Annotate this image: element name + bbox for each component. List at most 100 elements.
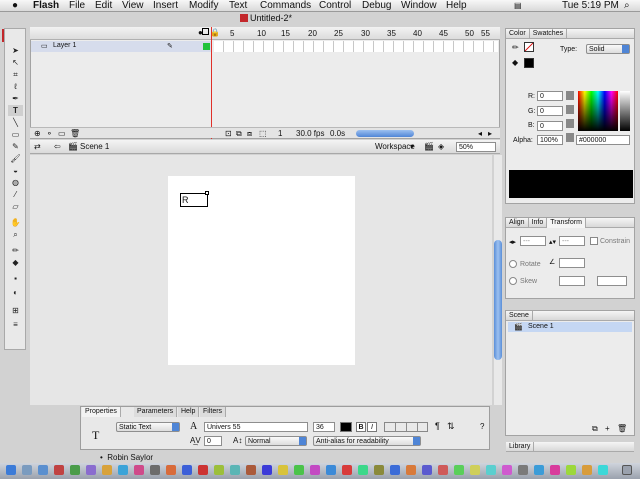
- menu-flash[interactable]: Flash: [33, 0, 59, 12]
- b-field[interactable]: 0: [537, 121, 563, 131]
- menu-commands[interactable]: Commands: [260, 0, 311, 12]
- alpha-field[interactable]: 100%: [537, 135, 563, 145]
- menu-insert[interactable]: Insert: [153, 0, 178, 12]
- tab-properties[interactable]: Properties: [82, 407, 121, 417]
- edit-scene-icon[interactable]: 🎬: [424, 142, 434, 151]
- dock-app-icon[interactable]: [70, 465, 80, 475]
- height-field[interactable]: ---: [559, 236, 585, 246]
- edit-multiple-icon[interactable]: ⬚: [259, 129, 267, 138]
- rotate-radio[interactable]: [509, 260, 517, 268]
- dock-app-icon[interactable]: [262, 465, 272, 475]
- timeline-hscroll[interactable]: [356, 130, 414, 137]
- help-icon[interactable]: ?: [480, 422, 484, 431]
- menu-control[interactable]: Control: [319, 0, 351, 12]
- hex-field[interactable]: #000000: [576, 135, 630, 145]
- text-resize-handle[interactable]: [205, 191, 209, 195]
- text-field-on-stage[interactable]: R: [180, 193, 208, 207]
- tab-help[interactable]: Help: [178, 407, 200, 417]
- duplicate-scene-icon[interactable]: ⧉: [592, 424, 598, 434]
- tool-option2-icon[interactable]: ≡: [8, 319, 23, 330]
- dock-app-icon[interactable]: [134, 465, 144, 475]
- back-arrow-icon[interactable]: ⇦: [54, 142, 61, 151]
- italic-button[interactable]: I: [367, 422, 377, 432]
- menu-file[interactable]: File: [69, 0, 85, 12]
- dock-app-icon[interactable]: [390, 465, 400, 475]
- dock-app-icon[interactable]: [86, 465, 96, 475]
- dock-app-icon[interactable]: [198, 465, 208, 475]
- tab-info[interactable]: Info: [529, 218, 548, 228]
- flag-icon[interactable]: ▤: [514, 0, 522, 12]
- dock-app-icon[interactable]: [486, 465, 496, 475]
- hand-tool-icon[interactable]: ✋: [8, 217, 23, 228]
- skew-h-field[interactable]: [559, 276, 585, 286]
- rectangle-tool-icon[interactable]: ▭: [8, 129, 23, 140]
- dock-app-icon[interactable]: [518, 465, 528, 475]
- dock-app-icon[interactable]: [598, 465, 608, 475]
- apple-menu-icon[interactable]: ●: [12, 0, 18, 12]
- dock-app-icon[interactable]: [246, 465, 256, 475]
- pencil-tool-icon[interactable]: ✎: [8, 141, 23, 152]
- fill-type-select[interactable]: Solid: [586, 44, 630, 54]
- skew-radio[interactable]: [509, 277, 517, 285]
- dock-app-icon[interactable]: [534, 465, 544, 475]
- delete-scene-icon[interactable]: 🗑: [617, 424, 627, 433]
- stroke-pencil-icon[interactable]: ✏: [512, 43, 519, 52]
- letter-spacing-field[interactable]: 0: [204, 436, 222, 446]
- selection-tool-icon[interactable]: ➤: [8, 45, 23, 56]
- lasso-tool-icon[interactable]: ℓ: [8, 81, 23, 92]
- line-tool-icon[interactable]: ╲: [8, 117, 23, 128]
- paint-bucket-tool-icon[interactable]: ◍: [8, 177, 23, 188]
- eyedropper-tool-icon[interactable]: ⁄: [8, 189, 23, 200]
- default-colors-icon[interactable]: ▪: [8, 273, 23, 284]
- dock-app-icon[interactable]: [454, 465, 464, 475]
- color-spectrum[interactable]: [578, 91, 618, 131]
- dock-app-icon[interactable]: [470, 465, 480, 475]
- menu-edit[interactable]: Edit: [95, 0, 112, 12]
- dock-app-icon[interactable]: [22, 465, 32, 475]
- onion-outline-icon[interactable]: ⧈: [247, 129, 252, 139]
- dock-app-icon[interactable]: [214, 465, 224, 475]
- dock-app-icon[interactable]: [294, 465, 304, 475]
- tab-filters[interactable]: Filters: [200, 407, 227, 417]
- dock-app-icon[interactable]: [502, 465, 512, 475]
- char-position-select[interactable]: Normal: [245, 436, 307, 446]
- menu-window[interactable]: Window: [401, 0, 437, 12]
- align-buttons[interactable]: [384, 422, 428, 432]
- dock-app-icon[interactable]: [374, 465, 384, 475]
- add-folder-icon[interactable]: ▭: [58, 129, 66, 138]
- add-guide-icon[interactable]: ⚬: [46, 129, 53, 138]
- layer-color-swatch[interactable]: [203, 43, 210, 50]
- spotlight-icon[interactable]: ⌕: [624, 0, 630, 12]
- brush-tool-icon[interactable]: 🖌: [8, 153, 23, 164]
- stroke-color-icon[interactable]: ✏: [8, 245, 23, 256]
- dock-app-icon[interactable]: [582, 465, 592, 475]
- tab-align[interactable]: Align: [506, 218, 529, 228]
- dock-app-icon[interactable]: [326, 465, 336, 475]
- outline-icon[interactable]: [202, 28, 209, 35]
- delete-layer-icon[interactable]: 🗑: [70, 129, 80, 138]
- tab-library[interactable]: Library: [506, 442, 535, 452]
- fill-swatch[interactable]: [524, 58, 534, 68]
- dock-app-icon[interactable]: [102, 465, 112, 475]
- text-color-swatch[interactable]: [340, 422, 352, 432]
- menu-debug[interactable]: Debug: [362, 0, 391, 12]
- dock-app-icon[interactable]: [358, 465, 368, 475]
- menu-modify[interactable]: Modify: [189, 0, 218, 12]
- paragraph-icon[interactable]: ¶: [435, 421, 440, 431]
- scroll-left-icon[interactable]: ◂: [478, 129, 482, 138]
- zoom-tool-icon[interactable]: ⌕: [8, 229, 23, 240]
- dock-app-icon[interactable]: [438, 465, 448, 475]
- constrain-checkbox[interactable]: [590, 237, 598, 245]
- tool-option-icon[interactable]: ⊞: [8, 305, 23, 316]
- ink-bottle-tool-icon[interactable]: ◒: [8, 165, 23, 176]
- menu-help[interactable]: Help: [446, 0, 467, 12]
- brightness-slider[interactable]: [620, 91, 630, 131]
- center-frame-icon[interactable]: ⊡: [225, 129, 232, 138]
- workspace-arrow-icon[interactable]: ▾: [410, 142, 414, 151]
- edit-symbol-icon[interactable]: ◈: [438, 142, 444, 151]
- dock-app-icon[interactable]: [166, 465, 176, 475]
- layer-row[interactable]: ▭ Layer 1 ✎: [31, 41, 211, 52]
- dock-app-icon[interactable]: [54, 465, 64, 475]
- zoom-field[interactable]: 50%: [456, 142, 496, 152]
- clock[interactable]: Tue 5:19 PM: [562, 0, 619, 12]
